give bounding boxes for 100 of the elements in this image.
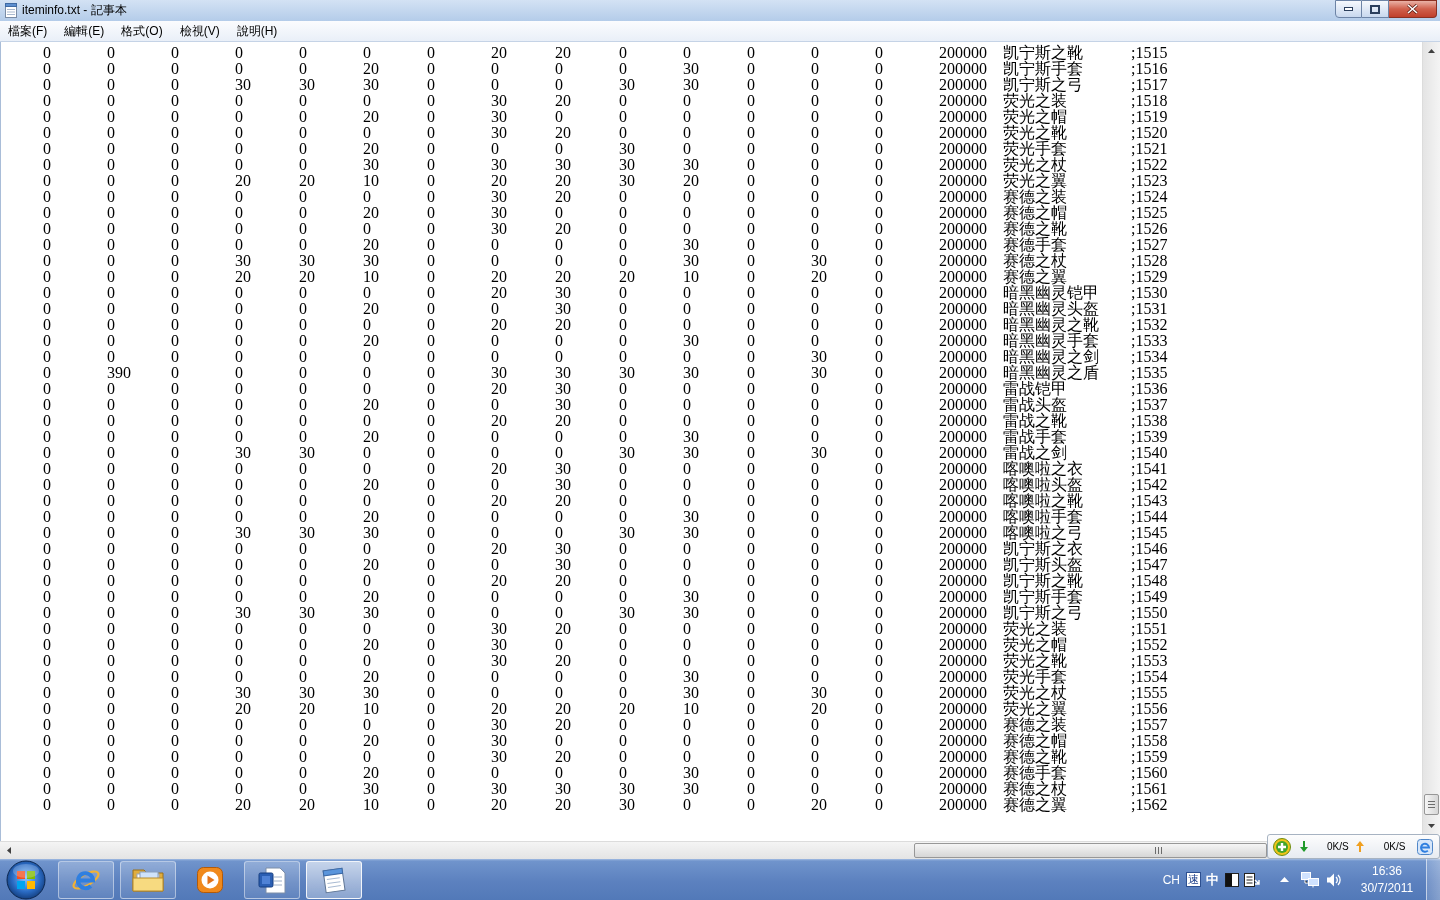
number-text: 0 <box>875 365 883 381</box>
number-text: 0 <box>299 237 307 253</box>
number-text: 0 <box>43 797 51 813</box>
number-text: 0 <box>427 221 435 237</box>
orb-flag-icon <box>6 859 46 900</box>
number-text: 20 <box>555 493 571 509</box>
number-text: 0 <box>491 253 499 269</box>
number-text: 0 <box>619 333 627 349</box>
number-text: 30 <box>491 653 507 669</box>
ime-tool-button[interactable]: 速 <box>1186 872 1201 887</box>
number-text: 200000 <box>939 157 987 173</box>
language-button[interactable]: CH <box>1162 870 1180 889</box>
number-text: 0 <box>683 221 691 237</box>
arrow-up-icon <box>1355 841 1364 852</box>
speaker-icon[interactable] <box>1326 871 1342 888</box>
name-text: 暗黑幽灵头盔 <box>1003 301 1099 317</box>
number-text: 0 <box>491 557 499 573</box>
number-text: 0 <box>619 573 627 589</box>
menu-item[interactable]: 編輯(E) <box>57 22 112 40</box>
menu-item[interactable]: 檢視(V) <box>172 22 227 40</box>
comment-text: ;1542 <box>1131 477 1168 493</box>
number-text: 200000 <box>939 237 987 253</box>
number-text: 30 <box>555 365 571 381</box>
number-text: 0 <box>491 349 499 365</box>
number-text: 0 <box>811 733 819 749</box>
number-text: 0 <box>619 237 627 253</box>
horizontal-scrollbar[interactable] <box>0 841 1267 859</box>
ime-mode-button[interactable]: 中 <box>1206 869 1219 890</box>
number-text: 20 <box>555 269 571 285</box>
comment-text: ;1543 <box>1131 493 1168 509</box>
number-text: 0 <box>427 637 435 653</box>
name-text: 喀噢啦头盔 <box>1003 477 1083 493</box>
e-swoosh-icon[interactable] <box>1417 838 1433 855</box>
maximize-button[interactable] <box>1362 0 1389 18</box>
comment-text: ;1538 <box>1131 413 1168 429</box>
number-text: 0 <box>299 317 307 333</box>
menu-item[interactable]: 說明(H) <box>229 22 285 40</box>
number-text: 30 <box>619 605 635 621</box>
number-text: 0 <box>683 301 691 317</box>
number-text: 0 <box>171 349 179 365</box>
number-text: 0 <box>299 733 307 749</box>
number-text: 0 <box>107 653 115 669</box>
comment-text: ;1527 <box>1131 237 1168 253</box>
name-text: 凯宁斯之衣 <box>1003 541 1083 557</box>
number-text: 0 <box>107 221 115 237</box>
number-text: 30 <box>491 749 507 765</box>
number-text: 0 <box>363 717 371 733</box>
number-text: 30 <box>491 189 507 205</box>
number-text: 0 <box>619 93 627 109</box>
number-text: 30 <box>619 445 635 461</box>
scrollbar-thumb[interactable] <box>914 843 1267 858</box>
number-text: 30 <box>683 605 699 621</box>
number-text: 0 <box>107 765 115 781</box>
network-monitors-icon[interactable] <box>1301 871 1319 888</box>
half-filled-square-icon[interactable] <box>1225 872 1239 887</box>
number-text: 0 <box>619 109 627 125</box>
number-text: 0 <box>427 605 435 621</box>
number-text: 200000 <box>939 413 987 429</box>
number-text: 0 <box>43 173 51 189</box>
number-text: 0 <box>235 93 243 109</box>
vertical-scrollbar[interactable] <box>1422 42 1440 834</box>
number-text: 0 <box>43 77 51 93</box>
comment-text: ;1540 <box>1131 445 1168 461</box>
number-text: 0 <box>427 285 435 301</box>
list-arrow-icon[interactable] <box>1244 872 1260 887</box>
number-text: 0 <box>875 749 883 765</box>
number-text: 0 <box>107 333 115 349</box>
number-text: 0 <box>747 445 755 461</box>
number-text: 0 <box>43 45 51 61</box>
number-text: 0 <box>875 509 883 525</box>
close-button[interactable] <box>1389 0 1437 18</box>
minimize-button[interactable] <box>1335 0 1362 18</box>
taskbar-button[interactable] <box>306 860 362 899</box>
number-text: 0 <box>107 413 115 429</box>
menu-item[interactable]: 檔案(F) <box>1 22 55 40</box>
start-button[interactable] <box>6 859 46 900</box>
number-text: 0 <box>43 93 51 109</box>
scrollbar-thumb[interactable] <box>1424 794 1439 815</box>
number-text: 0 <box>171 765 179 781</box>
number-text: 200000 <box>939 717 987 733</box>
number-text: 0 <box>811 205 819 221</box>
number-text: 20 <box>491 285 507 301</box>
number-text: 0 <box>875 125 883 141</box>
comment-text: ;1539 <box>1131 429 1168 445</box>
number-text: 0 <box>363 349 371 365</box>
name-text: 赛德之杖 <box>1003 253 1067 269</box>
number-text: 0 <box>299 221 307 237</box>
number-text: 30 <box>235 685 251 701</box>
number-text: 0 <box>43 509 51 525</box>
name-text: 赛德之装 <box>1003 717 1067 733</box>
number-text: 200000 <box>939 557 987 573</box>
number-text: 0 <box>43 477 51 493</box>
plus-circle-icon[interactable] <box>1273 837 1291 856</box>
number-text: 0 <box>107 781 115 797</box>
number-text: 20 <box>235 269 251 285</box>
number-text: 0 <box>811 125 819 141</box>
menu-item[interactable]: 格式(O) <box>114 22 170 40</box>
number-text: 0 <box>427 301 435 317</box>
taskbar-button[interactable] <box>244 860 300 899</box>
number-text: 200000 <box>939 349 987 365</box>
